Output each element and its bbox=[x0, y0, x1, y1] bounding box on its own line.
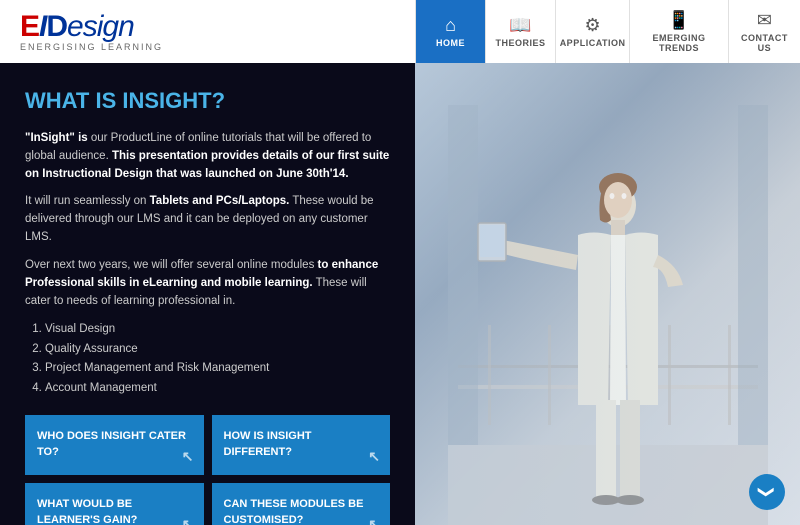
nav-item-application[interactable]: ⚙ APPLICATION bbox=[555, 0, 629, 63]
p2-bold: Tablets and PCs/Laptops. bbox=[150, 195, 290, 207]
btn-customised[interactable]: CAN THESE MODULES BE CUSTOMISED? ↖ bbox=[212, 483, 391, 525]
btn3-label: WHAT WOULD BE LEARNER'S GAIN? bbox=[37, 498, 137, 525]
nav-item-theories[interactable]: 📖 THEORIES bbox=[485, 0, 555, 63]
btn-how-different[interactable]: HOW IS INSIGHT DIFFERENT? ↖ bbox=[212, 415, 391, 475]
logo-e: E bbox=[20, 10, 39, 43]
list-item-4: Account Management bbox=[45, 379, 390, 399]
cursor-icon-1: ↖ bbox=[182, 447, 194, 467]
logo: EIDesign bbox=[20, 12, 415, 42]
logo-area: EIDesign ENERGISING LEARNING bbox=[0, 12, 415, 52]
gear-icon: ⚙ bbox=[585, 15, 601, 36]
nav-label-emerging: EMERGING TRENDS bbox=[640, 33, 718, 53]
logo-d: D bbox=[46, 10, 67, 43]
hero-image bbox=[415, 63, 800, 525]
nav-label-application: APPLICATION bbox=[560, 38, 626, 48]
nav-label-contact: CONTACT US bbox=[739, 33, 790, 53]
main-nav: ⌂ HOME 📖 THEORIES ⚙ APPLICATION 📱 EMERGI… bbox=[415, 0, 800, 63]
list-item-2: Quality Assurance bbox=[45, 340, 390, 360]
scroll-down-button[interactable]: ❯ bbox=[749, 474, 785, 510]
btn-who-does[interactable]: WHO DOES INSIGHT CATER TO? ↖ bbox=[25, 415, 204, 475]
cursor-icon-4: ↖ bbox=[368, 515, 380, 525]
p2-text: It will run seamlessly on bbox=[25, 195, 150, 207]
nav-item-home[interactable]: ⌂ HOME bbox=[415, 0, 485, 63]
cursor-icon-3: ↖ bbox=[182, 515, 194, 525]
nav-item-emerging-trends[interactable]: 📱 EMERGING TRENDS bbox=[629, 0, 728, 63]
p3-text: Over next two years, we will offer sever… bbox=[25, 259, 318, 271]
mobile-icon: 📱 bbox=[668, 10, 690, 31]
paragraph-3: Over next two years, we will offer sever… bbox=[25, 257, 390, 310]
nav-label-theories: THEORIES bbox=[496, 38, 546, 48]
nav-item-contact-us[interactable]: ✉ CONTACT US bbox=[728, 0, 800, 63]
home-icon: ⌂ bbox=[445, 15, 456, 36]
module-list: Visual Design Quality Assurance Project … bbox=[45, 320, 390, 398]
book-icon: 📖 bbox=[509, 15, 531, 36]
main-content: WHAT IS INSIGHT? "InSight" is our Produc… bbox=[0, 63, 800, 525]
btn2-label: HOW IS INSIGHT DIFFERENT? bbox=[224, 430, 312, 457]
image-overlay bbox=[415, 63, 800, 525]
list-item-1: Visual Design bbox=[45, 320, 390, 340]
logo-subtitle: ENERGISING LEARNING bbox=[20, 42, 415, 52]
btn1-label: WHO DOES INSIGHT CATER TO? bbox=[37, 430, 186, 457]
section-title: WHAT IS INSIGHT? bbox=[25, 88, 390, 114]
btn4-label: CAN THESE MODULES BE CUSTOMISED? bbox=[224, 498, 364, 525]
insight-label: "InSight" is bbox=[25, 132, 88, 144]
envelope-icon: ✉ bbox=[757, 10, 772, 31]
cursor-icon-2: ↖ bbox=[368, 447, 380, 467]
list-item-3: Project Management and Risk Management bbox=[45, 359, 390, 379]
header: EIDesign ENERGISING LEARNING ⌂ HOME 📖 TH… bbox=[0, 0, 800, 63]
paragraph-1: "InSight" is our ProductLine of online t… bbox=[25, 130, 390, 183]
logo-esign: esign bbox=[67, 10, 134, 43]
right-panel: ❯ bbox=[415, 63, 800, 525]
btn-learner-gain[interactable]: WHAT WOULD BE LEARNER'S GAIN? ↖ bbox=[25, 483, 204, 525]
nav-label-home: HOME bbox=[436, 38, 465, 48]
left-panel: WHAT IS INSIGHT? "InSight" is our Produc… bbox=[0, 63, 415, 525]
chevron-down-icon: ❯ bbox=[757, 485, 777, 498]
paragraph-2: It will run seamlessly on Tablets and PC… bbox=[25, 193, 390, 246]
cta-button-grid: WHO DOES INSIGHT CATER TO? ↖ HOW IS INSI… bbox=[25, 415, 390, 525]
